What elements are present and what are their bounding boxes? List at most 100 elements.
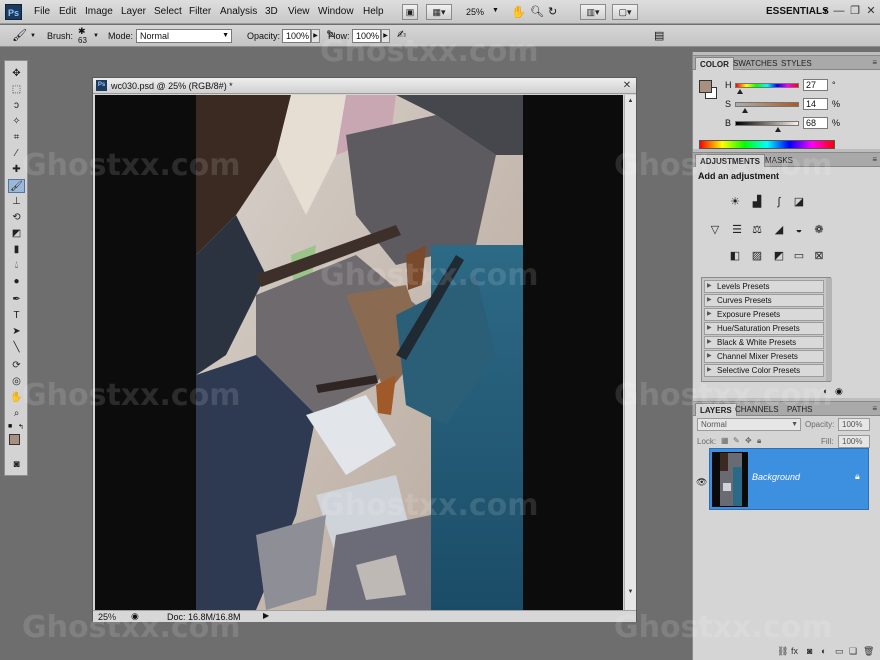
invert-icon[interactable]: ◧ bbox=[727, 249, 743, 263]
foreground-color-swatch[interactable] bbox=[9, 434, 20, 445]
screen-mode-icon[interactable]: ▢▾ bbox=[612, 4, 638, 20]
default-colors-icon[interactable]: ■ bbox=[8, 423, 12, 430]
panel-menu-icon[interactable]: ≡ bbox=[872, 58, 877, 67]
line-tool-icon[interactable]: ╲ bbox=[8, 341, 25, 355]
panel-menu-icon[interactable]: ≡ bbox=[872, 155, 877, 164]
saturation-slider[interactable] bbox=[735, 102, 799, 113]
quick-selection-tool-icon[interactable]: ✧ bbox=[8, 115, 25, 129]
arrange-documents-icon[interactable]: ▥▾ bbox=[580, 4, 606, 20]
layer-name[interactable]: Background bbox=[752, 472, 800, 482]
layer-visibility-eye-icon[interactable]: 👁︎ bbox=[696, 477, 707, 488]
threshold-icon[interactable]: ◩ bbox=[771, 249, 787, 263]
zoom-tool-icon[interactable]: 🔍︎ bbox=[530, 5, 544, 18]
lock-position-icon[interactable]: ✥ bbox=[745, 436, 752, 445]
path-selection-tool-icon[interactable]: ➤ bbox=[8, 325, 25, 339]
foreground-color-swatch[interactable] bbox=[699, 80, 712, 93]
hand-tool-icon[interactable]: ✋ bbox=[511, 5, 526, 19]
mode-select[interactable]: Normal ▼ bbox=[136, 29, 232, 43]
tab-styles[interactable]: STYLES bbox=[777, 57, 816, 70]
tab-channels[interactable]: CHANNELS bbox=[731, 403, 783, 416]
brush-tool-preset-icon[interactable]: 🖌︎ bbox=[12, 28, 27, 42]
hue-field[interactable]: 27 bbox=[803, 79, 828, 91]
chevron-down-icon[interactable]: ▼ bbox=[492, 7, 499, 14]
tab-adjustments[interactable]: ADJUSTMENTS bbox=[695, 154, 766, 167]
minimize-icon[interactable]: — bbox=[832, 5, 846, 18]
selective-color-icon[interactable]: ⊠ bbox=[811, 249, 827, 263]
new-layer-icon[interactable]: ❏ bbox=[849, 646, 857, 657]
new-group-icon[interactable]: ▭ bbox=[835, 646, 844, 657]
menu-analysis[interactable]: Analysis bbox=[220, 6, 257, 17]
close-icon[interactable]: ✕ bbox=[621, 80, 633, 92]
blend-mode-select[interactable]: Normal ▼ bbox=[697, 418, 801, 431]
lock-all-icon[interactable]: 🔒︎ bbox=[757, 436, 761, 446]
rotate-view-icon[interactable]: ↻ bbox=[548, 5, 557, 18]
menu-image[interactable]: Image bbox=[85, 6, 113, 17]
add-mask-icon[interactable]: ◙ bbox=[807, 646, 812, 656]
chevron-down-icon[interactable]: ▼ bbox=[30, 33, 36, 39]
hand-tool-icon[interactable]: ✋ bbox=[8, 391, 25, 405]
flow-field[interactable]: 100% bbox=[352, 29, 381, 43]
presets-scrollbar[interactable] bbox=[826, 278, 832, 381]
brush-tool-icon[interactable]: 🖌︎ bbox=[8, 179, 25, 193]
curves-icon[interactable]: ∫ bbox=[771, 195, 787, 209]
menu-help[interactable]: Help bbox=[363, 6, 384, 17]
menu-filter[interactable]: Filter bbox=[189, 6, 211, 17]
photo-filter-icon[interactable]: ◒ bbox=[791, 223, 807, 237]
black-white-icon[interactable]: ◢ bbox=[771, 223, 787, 237]
vibrance-icon[interactable]: ▽ bbox=[707, 223, 723, 237]
layer-opacity-field[interactable]: 100% bbox=[838, 418, 870, 431]
preset-selective-color[interactable]: Selective Color Presets bbox=[704, 364, 824, 377]
menu-select[interactable]: Select bbox=[154, 6, 182, 17]
menu-edit[interactable]: Edit bbox=[59, 6, 76, 17]
lock-transparency-icon[interactable]: ▦ bbox=[721, 436, 729, 445]
posterize-icon[interactable]: ▨ bbox=[749, 249, 765, 263]
color-balance-icon[interactable]: ⚖ bbox=[749, 223, 765, 237]
close-icon[interactable]: ✕ bbox=[864, 5, 878, 18]
preset-levels[interactable]: Levels Presets bbox=[704, 280, 824, 293]
blur-tool-icon[interactable]: 💧︎ bbox=[8, 259, 25, 273]
dodge-tool-icon[interactable]: ● bbox=[8, 275, 25, 289]
airbrush-icon[interactable]: ✍︎ bbox=[397, 28, 406, 41]
lasso-tool-icon[interactable]: ↄ bbox=[8, 99, 25, 113]
history-brush-tool-icon[interactable]: ⟲ bbox=[8, 211, 25, 225]
visibility-icon[interactable]: ◉ bbox=[835, 386, 843, 397]
clone-stamp-tool-icon[interactable]: ⊥ bbox=[8, 195, 25, 209]
swap-colors-icon[interactable]: ↰ bbox=[18, 423, 24, 431]
menu-layer[interactable]: Layer bbox=[121, 6, 146, 17]
marquee-tool-icon[interactable]: ⬚ bbox=[8, 83, 25, 97]
opacity-field[interactable]: 100% bbox=[282, 29, 311, 43]
quick-mask-icon[interactable]: ◙ bbox=[8, 458, 25, 472]
type-tool-icon[interactable]: T bbox=[8, 309, 25, 323]
hue-saturation-icon[interactable]: ☰ bbox=[729, 223, 745, 237]
tab-swatches[interactable]: SWATCHES bbox=[729, 57, 781, 70]
delete-layer-icon[interactable]: 🗑︎ bbox=[863, 646, 874, 657]
vertical-scrollbar[interactable]: ▲ ▼ bbox=[624, 95, 636, 610]
chevron-down-icon[interactable]: ▼ bbox=[822, 8, 829, 15]
tab-masks[interactable]: MASKS bbox=[761, 154, 797, 167]
status-menu-arrow-icon[interactable]: ▶ bbox=[263, 611, 269, 620]
bridge-icon[interactable]: ▣ bbox=[402, 4, 418, 20]
move-tool-icon[interactable]: ✥ bbox=[8, 67, 25, 81]
brightness-slider[interactable] bbox=[735, 121, 799, 132]
new-adjustment-layer-icon[interactable]: ◐ bbox=[821, 646, 826, 656]
tab-paths[interactable]: PATHS bbox=[783, 403, 816, 416]
color-spectrum-ramp[interactable] bbox=[699, 140, 835, 149]
zoom-readout[interactable]: 25% bbox=[98, 612, 116, 622]
document-title-bar[interactable]: Ps wc030.psd @ 25% (RGB/8#) * ✕ bbox=[93, 78, 636, 94]
hue-slider[interactable] bbox=[735, 83, 799, 94]
3d-rotate-tool-icon[interactable]: ⟳ bbox=[8, 359, 25, 373]
exposure-icon[interactable]: ◪ bbox=[791, 195, 807, 209]
layer-style-icon[interactable]: fx bbox=[791, 646, 798, 656]
zoom-level-select[interactable]: 25% bbox=[466, 7, 484, 17]
canvas-area[interactable] bbox=[95, 95, 623, 610]
healing-brush-tool-icon[interactable]: ✚ bbox=[8, 163, 25, 177]
flow-slider-arrow[interactable]: ▶ bbox=[381, 29, 390, 43]
opacity-slider-arrow[interactable]: ▶ bbox=[311, 29, 320, 43]
menu-3d[interactable]: 3D bbox=[265, 6, 278, 17]
layer-row-background[interactable]: Background 🔒︎ bbox=[709, 448, 869, 510]
saturation-field[interactable]: 14 bbox=[803, 98, 828, 110]
menu-file[interactable]: File bbox=[34, 6, 50, 17]
zoom-tool-icon[interactable]: ⌕ bbox=[8, 407, 25, 421]
link-layers-icon[interactable]: ⛓ bbox=[777, 646, 788, 657]
channel-mixer-icon[interactable]: ❁ bbox=[811, 223, 827, 237]
